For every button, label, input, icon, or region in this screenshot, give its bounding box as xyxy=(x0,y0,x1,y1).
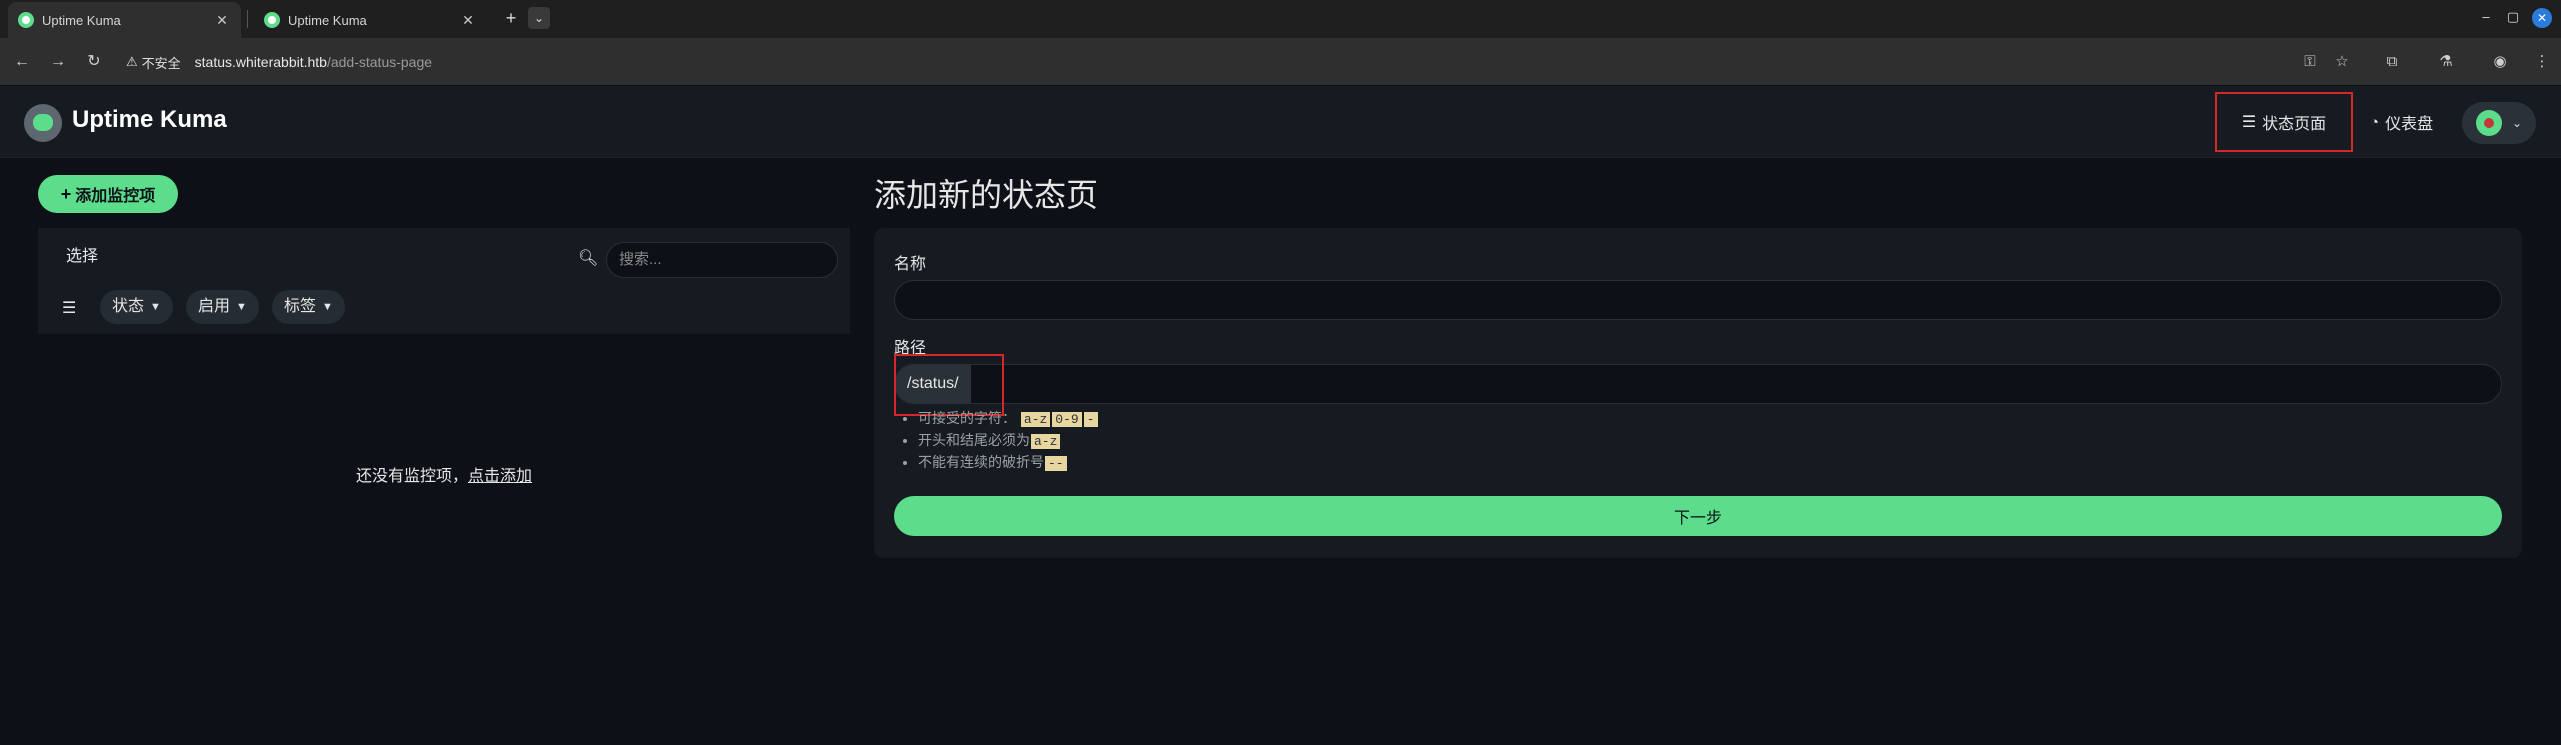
filter-tags-label: 标签 xyxy=(284,298,317,315)
browser-address-bar: ← → ↻ ⚠ 不安全 status.whiterabbit.htb/add-s… xyxy=(0,38,2561,86)
name-label: 名称 xyxy=(894,256,927,273)
tab-search-button[interactable]: ⌄ xyxy=(528,7,550,29)
plus-icon: + xyxy=(60,183,72,204)
url-text[interactable]: status.whiterabbit.htb/add-status-page xyxy=(195,54,432,70)
filter-active[interactable]: 启用 ▼ xyxy=(186,290,259,324)
empty-monitor-message: 还没有监控项，点击添加 xyxy=(38,462,850,486)
profile-dropdown[interactable]: ⌄ xyxy=(2462,102,2536,144)
browser-tab[interactable]: Uptime Kuma ✕ xyxy=(254,2,487,38)
highlight-box xyxy=(894,354,1004,416)
url-omnibox[interactable]: ⚠ 不安全 status.whiterabbit.htb/add-status-… xyxy=(116,46,2556,78)
code-0-9: 0-9 xyxy=(1052,412,1082,427)
reload-icon[interactable]: ↻ xyxy=(82,50,106,74)
forward-icon[interactable]: → xyxy=(46,50,70,74)
code-dash: - xyxy=(1083,412,1098,427)
brand-title[interactable]: Uptime Kuma xyxy=(72,106,227,134)
browser-menu-icon[interactable]: ⋮ xyxy=(2530,50,2554,74)
monitor-list-toolbar: 选择 🔍︎ 搜索... ☰ 状态 ▼ 启用 ▼ 标签 ▼ xyxy=(38,228,850,334)
chevron-down-icon: ▼ xyxy=(322,301,333,313)
add-monitor-button[interactable]: + 添加监控项 xyxy=(38,175,178,213)
tab-title: Uptime Kuma xyxy=(42,12,121,28)
uptime-kuma-logo-icon[interactable] xyxy=(24,104,62,142)
bookmark-star-icon[interactable]: ☆ xyxy=(2330,50,2354,74)
extensions-icon[interactable]: ⧉ xyxy=(2380,50,2404,74)
chevron-down-icon: ▼ xyxy=(150,301,161,313)
monitor-list: 还没有监控项，点击添加 xyxy=(38,334,850,745)
avatar xyxy=(2476,110,2502,136)
uptime-kuma-favicon-icon xyxy=(264,12,280,28)
path-input-group[interactable]: /status/ xyxy=(894,364,2502,404)
password-key-icon[interactable]: ⚿ xyxy=(2298,50,2322,74)
next-button[interactable]: 下一步 xyxy=(894,496,2502,536)
minimize-icon[interactable]: – xyxy=(2476,9,2496,24)
maximize-icon[interactable]: ▢ xyxy=(2503,9,2523,25)
nav-dashboard[interactable]: ◔ 仪表盘 xyxy=(2370,110,2433,134)
list-icon: ☰ xyxy=(2241,114,2257,131)
path-hints: 可接受的字符： a-z0-9- 开头和结尾必须为a-z 不能有连续的破折号-- xyxy=(918,408,1099,474)
add-monitor-label: 添加监控项 xyxy=(75,188,156,205)
page-title: 添加新的状态页 xyxy=(874,177,1099,213)
filter-active-label: 启用 xyxy=(198,298,231,315)
search-input[interactable]: 搜索... xyxy=(606,242,838,278)
hint-no-double-dash: 不能有连续的破折号-- xyxy=(918,452,1099,474)
filter-tags[interactable]: 标签 ▼ xyxy=(272,290,345,324)
tab-title: Uptime Kuma xyxy=(288,12,367,28)
empty-text: 还没有监控项， xyxy=(355,468,468,485)
nav-status-pages[interactable]: ☰ 状态页面 xyxy=(2215,92,2353,152)
add-monitor-link[interactable]: 点击添加 xyxy=(468,468,532,485)
hint-start-end: 开头和结尾必须为a-z xyxy=(918,430,1099,452)
browser-tab-bar: Uptime Kuma ✕ Uptime Kuma ✕ + ⌄ – ▢ ✕ xyxy=(0,0,2561,38)
filter-menu-icon[interactable]: ☰ xyxy=(62,298,76,318)
code-a-z: a-z xyxy=(1031,434,1061,449)
tab-separator xyxy=(247,10,248,28)
nav-dashboard-label: 仪表盘 xyxy=(2385,116,2434,133)
monitor-list-panel: 选择 🔍︎ 搜索... ☰ 状态 ▼ 启用 ▼ 标签 ▼ 还没有监控项，点击添加 xyxy=(38,228,850,745)
security-label: 不安全 xyxy=(141,55,181,71)
uptime-kuma-favicon-icon xyxy=(18,12,34,28)
url-host: status.whiterabbit.htb xyxy=(194,54,327,70)
browser-tab-active[interactable]: Uptime Kuma ✕ xyxy=(8,2,241,38)
labs-flask-icon[interactable]: ⚗ xyxy=(2434,50,2458,74)
back-icon[interactable]: ← xyxy=(10,50,34,74)
tab-close-icon[interactable]: ✕ xyxy=(459,12,477,29)
gauge-icon: ◔ xyxy=(2370,113,2380,131)
code-double-dash: -- xyxy=(1045,456,1067,471)
filter-status[interactable]: 状态 ▼ xyxy=(100,290,173,324)
new-tab-button[interactable]: + xyxy=(500,7,522,29)
add-status-page-form: 名称 路径 /status/ 可接受的字符： a-z0-9- 开头和结尾必须为a… xyxy=(874,228,2522,558)
window-close-icon[interactable]: ✕ xyxy=(2532,8,2552,28)
url-path: /add-status-page xyxy=(326,54,433,70)
nav-status-pages-label: 状态页面 xyxy=(2262,116,2327,133)
chevron-down-icon: ⌄ xyxy=(2512,116,2523,130)
warning-icon: ⚠ xyxy=(126,54,138,69)
filter-status-label: 状态 xyxy=(112,298,145,315)
name-input[interactable] xyxy=(894,280,2502,320)
app-header: Uptime Kuma ☰ 状态页面 ◔ 仪表盘 ⌄ xyxy=(0,86,2561,158)
chevron-down-icon: ▼ xyxy=(236,301,247,313)
hint-allowed-chars: 可接受的字符： a-z0-9- xyxy=(918,408,1099,430)
profile-icon[interactable]: ◉ xyxy=(2488,50,2512,74)
search-icon: 🔍︎ xyxy=(578,250,599,267)
select-button[interactable]: 选择 xyxy=(58,242,106,272)
tab-close-icon[interactable]: ✕ xyxy=(213,12,231,29)
security-indicator[interactable]: ⚠ 不安全 xyxy=(126,53,181,72)
code-a-z: a-z xyxy=(1020,412,1051,427)
